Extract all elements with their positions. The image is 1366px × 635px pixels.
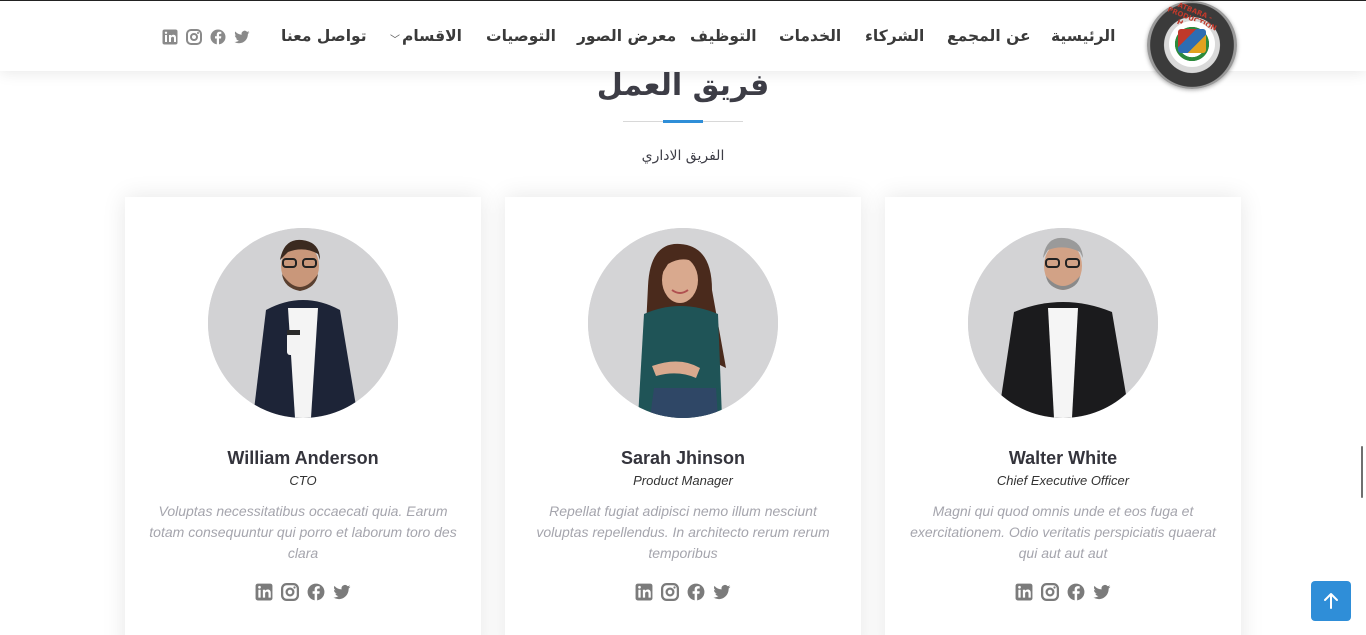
header-socials — [162, 29, 250, 47]
member-description: Voluptas necessitatibus occaecati quia. … — [149, 503, 457, 561]
instagram-icon[interactable] — [1041, 583, 1059, 601]
linkedin-icon[interactable] — [1015, 583, 1033, 601]
avatar — [968, 228, 1158, 418]
avatar — [208, 228, 398, 418]
linkedin-icon[interactable] — [162, 29, 178, 45]
nav-jobs[interactable]: التوظيف — [690, 27, 757, 45]
title-accent-bar — [663, 120, 703, 123]
section-subtitle: الفريق الاداري — [641, 148, 725, 164]
logo-badge — [1178, 29, 1206, 53]
instagram-icon[interactable] — [186, 29, 202, 45]
linkedin-icon[interactable] — [635, 583, 653, 601]
nav-contact[interactable]: تواصل معنا — [281, 27, 367, 45]
twitter-icon[interactable] — [234, 29, 250, 45]
member-name: Sarah Jhinson — [620, 448, 746, 468]
member-socials — [125, 583, 481, 601]
team-card: William Anderson CTO Voluptas necessitat… — [125, 197, 481, 635]
member-role: Chief Executive Officer — [996, 473, 1130, 488]
facebook-icon[interactable] — [210, 29, 226, 45]
team-card: Walter White Chief Executive Officer Mag… — [885, 197, 1241, 635]
member-description: Magni qui quod omnis unde et eos fuga et… — [910, 503, 1216, 561]
chevron-down-icon[interactable]: ﹀ — [390, 31, 400, 46]
twitter-icon[interactable] — [333, 583, 351, 601]
member-name: Walter White — [1008, 448, 1118, 468]
member-socials — [505, 583, 861, 601]
instagram-icon[interactable] — [281, 583, 299, 601]
twitter-icon[interactable] — [713, 583, 731, 601]
site-header: ATBARA - PRODUCTION HALLS الرئيسية عن ال… — [0, 0, 1366, 89]
member-role: Product Manager — [633, 473, 733, 488]
nav-departments[interactable]: الاقسام — [402, 27, 462, 45]
back-to-top-button[interactable] — [1311, 581, 1351, 621]
nav-home[interactable]: الرئيسية — [1051, 27, 1115, 45]
nav-recommendations[interactable]: التوصيات — [486, 27, 556, 45]
facebook-icon[interactable] — [1067, 583, 1085, 601]
avatar — [588, 228, 778, 418]
instagram-icon[interactable] — [661, 583, 679, 601]
member-role: CTO — [289, 473, 317, 488]
twitter-icon[interactable] — [1093, 583, 1111, 601]
member-socials — [885, 583, 1241, 601]
nav-gallery[interactable]: معرض الصور — [577, 27, 676, 45]
scrollbar-thumb[interactable] — [1361, 446, 1363, 498]
nav-about[interactable]: عن المجمع — [947, 27, 1031, 45]
member-name: William Anderson — [227, 448, 379, 468]
facebook-icon[interactable] — [307, 583, 325, 601]
team-card: Sarah Jhinson Product Manager Repellat f… — [505, 197, 861, 635]
linkedin-icon[interactable] — [255, 583, 273, 601]
member-description: Repellat fugiat adipisci nemo illum nesc… — [536, 503, 830, 561]
nav-services[interactable]: الخدمات — [779, 27, 841, 45]
arrow-up-icon — [1324, 593, 1338, 609]
facebook-icon[interactable] — [687, 583, 705, 601]
nav-partners[interactable]: الشركاء — [865, 27, 924, 45]
site-logo[interactable]: ATBARA - PRODUCTION HALLS — [1147, 1, 1237, 89]
